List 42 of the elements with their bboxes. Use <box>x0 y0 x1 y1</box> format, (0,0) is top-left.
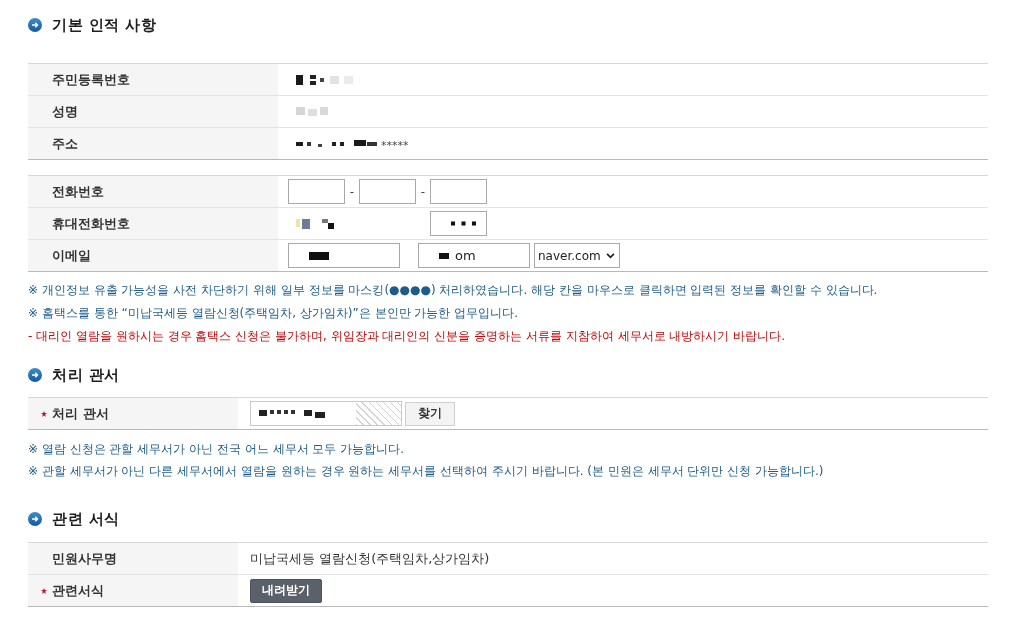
separator-text: - <box>419 184 427 199</box>
field-label: 주민등록번호 <box>52 70 130 89</box>
arrow-circle-icon <box>28 18 42 32</box>
pixelated-mask <box>309 251 329 260</box>
field-label: 전화번호 <box>52 182 104 201</box>
masked-text: ***** <box>381 139 409 152</box>
arrow-circle-icon <box>28 368 42 382</box>
pixelated-mask <box>451 221 476 226</box>
section-title: 관련 서식 <box>52 509 120 529</box>
field-label: 주소 <box>52 134 78 153</box>
field-label: 관련서식 <box>52 581 104 600</box>
notice-text: ※ 관할 세무서가 아닌 다른 세무서에서 열람을 원하는 경우 원하는 세무서를 선택하여 주시기 바랍니다. (본 민원은 세무서 단위만 신청 가능합니다.) <box>28 463 825 480</box>
download-button[interactable]: 내려받기 <box>250 578 322 603</box>
pixelated-mask <box>296 107 328 116</box>
input-field[interactable] <box>288 179 345 204</box>
pixelated-mask <box>296 218 334 229</box>
section-title: 기본 인적 사항 <box>52 15 157 35</box>
domain-select[interactable]: naver.com <box>534 243 620 268</box>
field-label: 성명 <box>52 102 78 121</box>
notice-text: - 대리인 열람을 원하시는 경우 홈택스 신청은 불가하며, 위임장과 대리인의 신분을 증명하는 서류를 지참하여 세무서로 내방하시기 바랍니다. <box>28 328 786 345</box>
pixelated-mask <box>296 74 353 85</box>
field-label: 휴대전화번호 <box>52 214 130 233</box>
form-name: 미납국세등 열람신청(주택임차,상가임차) <box>250 549 490 568</box>
section-title: 처리 관서 <box>52 365 120 385</box>
separator-text: - <box>348 184 356 199</box>
field-label: 민원사무명 <box>52 549 117 568</box>
notice-text: ※ 열람 신청은 관할 세무서가 아닌 전국 어느 세무서 모두 가능합니다. <box>28 441 405 458</box>
field-label: 처리 관서 <box>52 404 109 423</box>
arrow-circle-icon <box>28 512 42 526</box>
input-field[interactable] <box>430 211 487 236</box>
field-label: 이메일 <box>52 246 91 265</box>
input-field[interactable] <box>288 243 400 268</box>
input-field[interactable] <box>359 179 416 204</box>
input-field[interactable] <box>430 179 487 204</box>
pixelated-mask <box>439 252 449 259</box>
pixelated-mask <box>259 409 325 418</box>
notice-text: ※ 개인정보 유출 가능성을 사전 차단하기 위해 일부 정보를 마스킹(●●●●) 처리하였습니다. 해당 칸을 마우스로 클릭하면 입력된 정보를 확인할 수 있습니다. <box>28 282 879 299</box>
input-field[interactable]: om <box>418 243 530 268</box>
readonly-field[interactable] <box>250 401 402 426</box>
notice-text: ※ 홈택스를 통한 “미납국세등 열람신청(주택임차, 상가임차)”은 본인만 가능한 업무입니다. <box>28 305 519 322</box>
chevron-down-icon <box>606 252 615 259</box>
search-button[interactable]: 찾기 <box>405 401 455 426</box>
